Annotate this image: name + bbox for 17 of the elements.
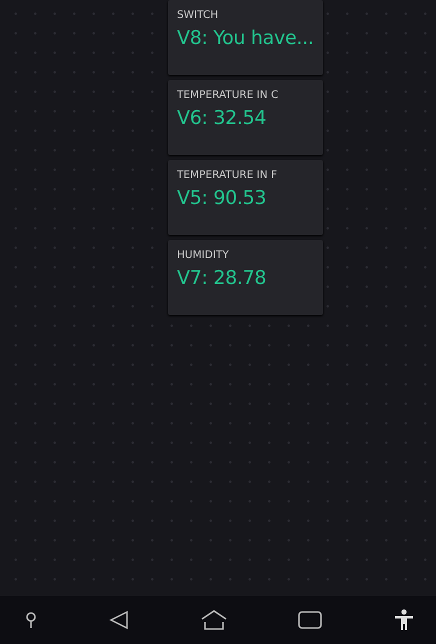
value-display-widget[interactable]: TEMPERATURE IN C V6: 32.54 <box>168 80 323 155</box>
widget-label: SWITCH <box>177 9 220 21</box>
widget-value: V8: You have... <box>177 27 314 49</box>
widget-value: V7: 28.78 <box>177 267 268 289</box>
accessibility-icon[interactable] <box>394 609 414 631</box>
recent-apps-icon[interactable] <box>298 611 322 629</box>
pin-icon[interactable] <box>25 612 37 628</box>
value-display-widget[interactable]: TEMPERATURE IN F V5: 90.53 <box>168 160 323 235</box>
widget-label: TEMPERATURE IN F <box>177 169 278 181</box>
widget-label: TEMPERATURE IN C <box>177 89 280 101</box>
back-icon[interactable] <box>108 610 129 630</box>
widget-value: V6: 32.54 <box>177 107 268 129</box>
home-icon[interactable] <box>200 610 226 630</box>
value-display-widget[interactable]: SWITCH V8: You have... <box>168 0 323 75</box>
widget-label: HUMIDITY <box>177 249 230 261</box>
value-display-widget[interactable]: HUMIDITY V7: 28.78 <box>168 240 323 315</box>
widget-value: V5: 90.53 <box>177 187 268 209</box>
